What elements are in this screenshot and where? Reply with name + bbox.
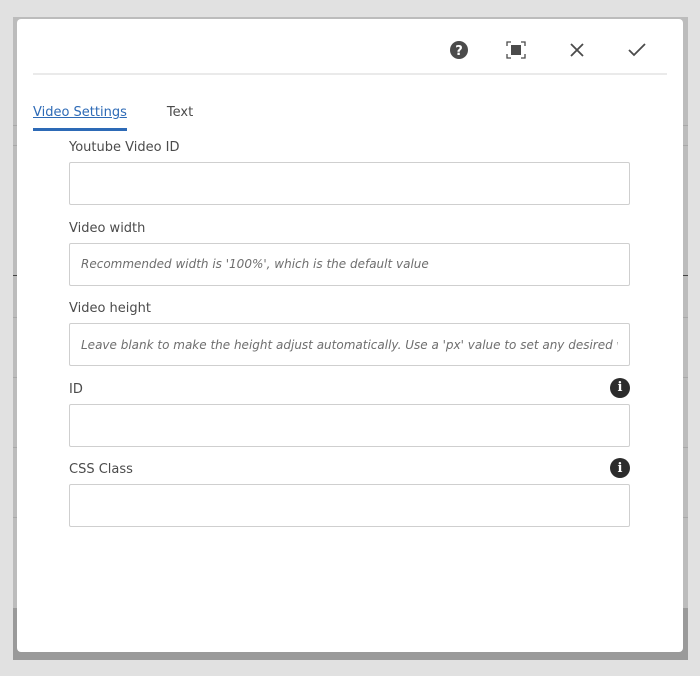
video-settings-form: Youtube Video ID Video width Video heigh… (69, 140, 630, 543)
field-youtube-video-id: Youtube Video ID (69, 140, 630, 221)
css-class-input[interactable] (69, 484, 630, 527)
help-icon[interactable]: ? (448, 39, 470, 61)
close-icon[interactable] (566, 39, 588, 61)
field-label: ID (69, 381, 83, 397)
dialog-toolbar: ? (33, 19, 667, 75)
fullscreen-icon[interactable] (505, 39, 527, 61)
tab-list: Video Settings Text (33, 105, 193, 131)
field-label: Video width (69, 220, 146, 236)
video-width-input[interactable] (69, 242, 630, 286)
tab-text[interactable]: Text (167, 105, 193, 131)
svg-text:?: ? (455, 44, 463, 59)
info-icon[interactable]: i (610, 458, 630, 478)
field-css-class: CSS Class i (69, 458, 630, 543)
check-icon[interactable] (626, 39, 648, 61)
field-video-width: Video width (69, 221, 630, 302)
field-video-height: Video height (69, 301, 630, 382)
info-icon[interactable]: i (610, 377, 630, 398)
video-height-input[interactable] (69, 323, 630, 366)
field-id: ID i (69, 377, 630, 463)
field-label: Youtube Video ID (69, 140, 180, 155)
field-label: CSS Class (69, 462, 133, 477)
field-label: Video height (69, 301, 151, 316)
youtube-video-id-input[interactable] (69, 162, 630, 205)
id-input[interactable] (69, 403, 630, 447)
tab-video-settings[interactable]: Video Settings (33, 105, 127, 131)
dialog: ? Video Settings Text Youtube Video ID V… (17, 19, 683, 652)
